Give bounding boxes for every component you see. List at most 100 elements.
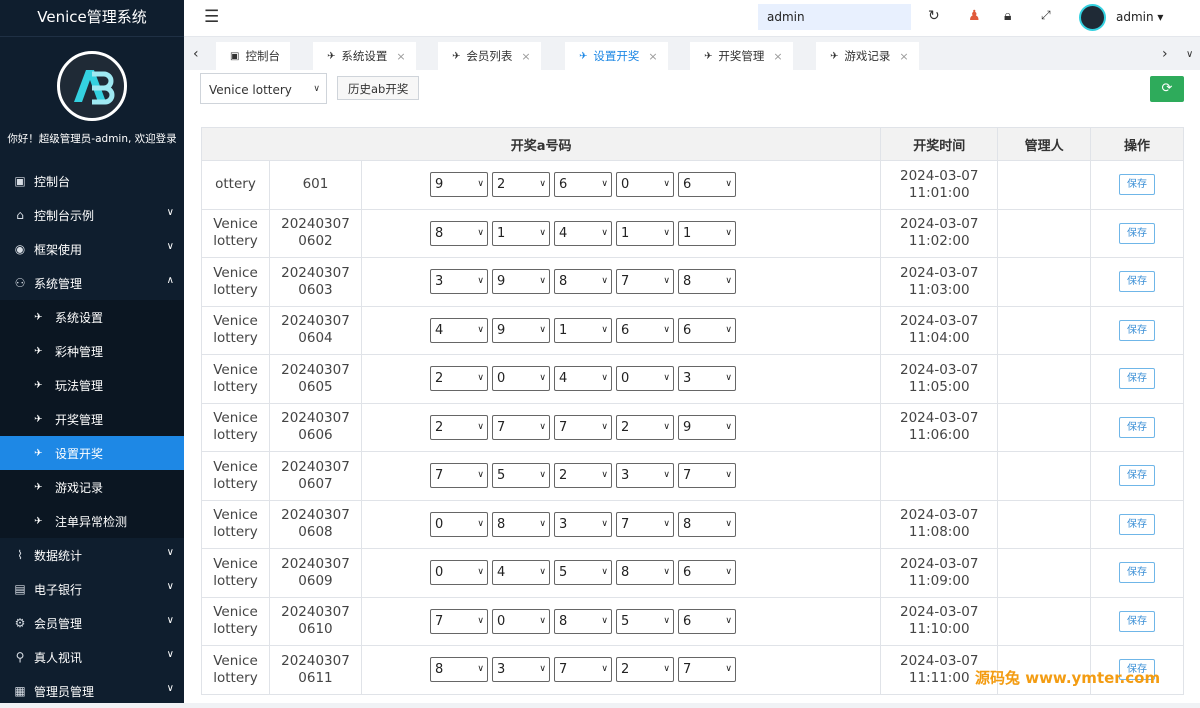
number-select[interactable]: 3 ∨ bbox=[429, 269, 488, 295]
number-select[interactable]: 0 ∨ bbox=[491, 366, 550, 392]
number-select[interactable]: 2 ∨ bbox=[553, 463, 612, 489]
save-button[interactable]: 保存 bbox=[1119, 222, 1156, 244]
sidebar-item[interactable]: ◉ 框架使用 ∨ bbox=[0, 232, 184, 266]
number-select[interactable]: 1 ∨ bbox=[491, 220, 550, 246]
sidebar-item[interactable]: ⌇ 数据统计 ∨ bbox=[0, 538, 184, 572]
number-select[interactable]: 2 ∨ bbox=[615, 414, 674, 440]
number-select[interactable]: 7 ∨ bbox=[677, 657, 736, 683]
number-select[interactable]: 3 ∨ bbox=[677, 366, 736, 392]
tab[interactable]: ✈ 会员列表 × bbox=[438, 42, 541, 70]
sidebar-subitem[interactable]: ✈ 开奖管理 bbox=[0, 402, 184, 436]
bell-icon[interactable]: ♟ bbox=[968, 8, 981, 24]
number-select[interactable]: 8 ∨ bbox=[677, 511, 736, 537]
save-button[interactable]: 保存 bbox=[1119, 610, 1156, 632]
number-select[interactable]: 5 ∨ bbox=[615, 608, 674, 634]
number-select[interactable]: 0 ∨ bbox=[429, 560, 488, 586]
tab[interactable]: ✈ 游戏记录 × bbox=[816, 42, 919, 70]
sidebar-subitem[interactable]: ✈ 设置开奖 bbox=[0, 436, 184, 470]
number-select[interactable]: 7 ∨ bbox=[615, 269, 674, 295]
number-select[interactable]: 3 ∨ bbox=[491, 657, 550, 683]
number-select[interactable]: 3 ∨ bbox=[615, 463, 674, 489]
username-dropdown[interactable]: admin ▾ bbox=[1116, 10, 1163, 24]
sidebar-subitem[interactable]: ✈ 系统设置 bbox=[0, 300, 184, 334]
tab[interactable]: ✈ 系统设置 × bbox=[313, 42, 416, 70]
save-button[interactable]: 保存 bbox=[1119, 319, 1156, 341]
save-button[interactable]: 保存 bbox=[1119, 465, 1156, 487]
number-select[interactable]: 2 ∨ bbox=[615, 657, 674, 683]
number-select[interactable]: 5 ∨ bbox=[553, 560, 612, 586]
number-select[interactable]: 0 ∨ bbox=[615, 366, 674, 392]
refresh-button[interactable]: ⟳ bbox=[1150, 76, 1184, 102]
number-select[interactable]: 0 ∨ bbox=[429, 511, 488, 537]
number-select[interactable]: 2 ∨ bbox=[429, 414, 488, 440]
number-select[interactable]: 7 ∨ bbox=[553, 414, 612, 440]
history-ab-button[interactable]: 历史ab开奖 bbox=[337, 76, 420, 100]
number-select[interactable]: 6 ∨ bbox=[677, 608, 736, 634]
save-button[interactable]: 保存 bbox=[1119, 416, 1156, 438]
number-select[interactable]: 1 ∨ bbox=[615, 220, 674, 246]
number-select[interactable]: 8 ∨ bbox=[429, 657, 488, 683]
tabs-menu-icon[interactable]: ∨ bbox=[1186, 49, 1193, 60]
number-select[interactable]: 6 ∨ bbox=[615, 317, 674, 343]
tabs-prev-icon[interactable]: ‹ bbox=[193, 46, 199, 62]
number-select[interactable]: 2 ∨ bbox=[491, 172, 550, 198]
number-select[interactable]: 4 ∨ bbox=[553, 366, 612, 392]
number-select[interactable]: 9 ∨ bbox=[491, 269, 550, 295]
search-input[interactable] bbox=[758, 4, 911, 30]
avatar[interactable] bbox=[1079, 4, 1106, 31]
number-select[interactable]: 4 ∨ bbox=[491, 560, 550, 586]
save-button[interactable]: 保存 bbox=[1119, 562, 1156, 584]
number-select[interactable]: 0 ∨ bbox=[491, 608, 550, 634]
number-select[interactable]: 7 ∨ bbox=[553, 657, 612, 683]
number-select[interactable]: 1 ∨ bbox=[553, 317, 612, 343]
number-select[interactable]: 8 ∨ bbox=[677, 269, 736, 295]
number-select[interactable]: 8 ∨ bbox=[553, 269, 612, 295]
number-select[interactable]: 6 ∨ bbox=[677, 317, 736, 343]
number-select[interactable]: 7 ∨ bbox=[491, 414, 550, 440]
number-select[interactable]: 5 ∨ bbox=[491, 463, 550, 489]
number-select[interactable]: 1 ∨ bbox=[677, 220, 736, 246]
sidebar-subitem[interactable]: ✈ 游戏记录 bbox=[0, 470, 184, 504]
number-select[interactable]: 8 ∨ bbox=[615, 560, 674, 586]
menu-toggle-icon[interactable]: ☰ bbox=[204, 7, 219, 27]
lock-icon[interactable]: 🔒︎ bbox=[1004, 8, 1011, 24]
sidebar-item[interactable]: ⚙ 会员管理 ∨ bbox=[0, 606, 184, 640]
number-select[interactable]: 9 ∨ bbox=[491, 317, 550, 343]
number-select[interactable]: 7 ∨ bbox=[429, 463, 488, 489]
close-icon[interactable]: × bbox=[648, 50, 657, 63]
tab[interactable]: ✈ 设置开奖 × bbox=[565, 42, 668, 70]
fullscreen-icon[interactable]: ⤢ bbox=[1041, 8, 1051, 23]
sidebar-subitem[interactable]: ✈ 注单异常检测 bbox=[0, 504, 184, 538]
save-button[interactable]: 保存 bbox=[1119, 513, 1156, 535]
save-button[interactable]: 保存 bbox=[1119, 271, 1156, 293]
number-select[interactable]: 8 ∨ bbox=[429, 220, 488, 246]
tab[interactable]: ▣ 控制台 bbox=[216, 42, 290, 70]
lottery-select[interactable]: Venice lottery ∨ bbox=[200, 73, 327, 104]
close-icon[interactable]: × bbox=[521, 50, 530, 63]
number-select[interactable]: 7 ∨ bbox=[615, 511, 674, 537]
number-select[interactable]: 8 ∨ bbox=[491, 511, 550, 537]
number-select[interactable]: 2 ∨ bbox=[429, 366, 488, 392]
number-select[interactable]: 7 ∨ bbox=[429, 608, 488, 634]
refresh-icon[interactable]: ↻ bbox=[928, 8, 940, 24]
sidebar-item[interactable]: ▤ 电子银行 ∨ bbox=[0, 572, 184, 606]
sidebar-item[interactable]: ⚲ 真人视讯 ∨ bbox=[0, 640, 184, 674]
number-select[interactable]: 6 ∨ bbox=[677, 560, 736, 586]
close-icon[interactable]: × bbox=[899, 50, 908, 63]
number-select[interactable]: 7 ∨ bbox=[677, 463, 736, 489]
save-button[interactable]: 保存 bbox=[1119, 368, 1156, 390]
number-select[interactable]: 6 ∨ bbox=[677, 172, 736, 198]
number-select[interactable]: 9 ∨ bbox=[429, 172, 488, 198]
sidebar-item[interactable]: ⚇ 系统管理 ∧ bbox=[0, 266, 184, 300]
close-icon[interactable]: × bbox=[396, 50, 405, 63]
save-button[interactable]: 保存 bbox=[1119, 174, 1156, 196]
sidebar-item[interactable]: ▣ 控制台 bbox=[0, 164, 184, 198]
number-select[interactable]: 4 ∨ bbox=[429, 317, 488, 343]
close-icon[interactable]: × bbox=[773, 50, 782, 63]
sidebar-subitem[interactable]: ✈ 玩法管理 bbox=[0, 368, 184, 402]
sidebar-subitem[interactable]: ✈ 彩种管理 bbox=[0, 334, 184, 368]
number-select[interactable]: 6 ∨ bbox=[553, 172, 612, 198]
number-select[interactable]: 4 ∨ bbox=[553, 220, 612, 246]
number-select[interactable]: 8 ∨ bbox=[553, 608, 612, 634]
number-select[interactable]: 0 ∨ bbox=[615, 172, 674, 198]
